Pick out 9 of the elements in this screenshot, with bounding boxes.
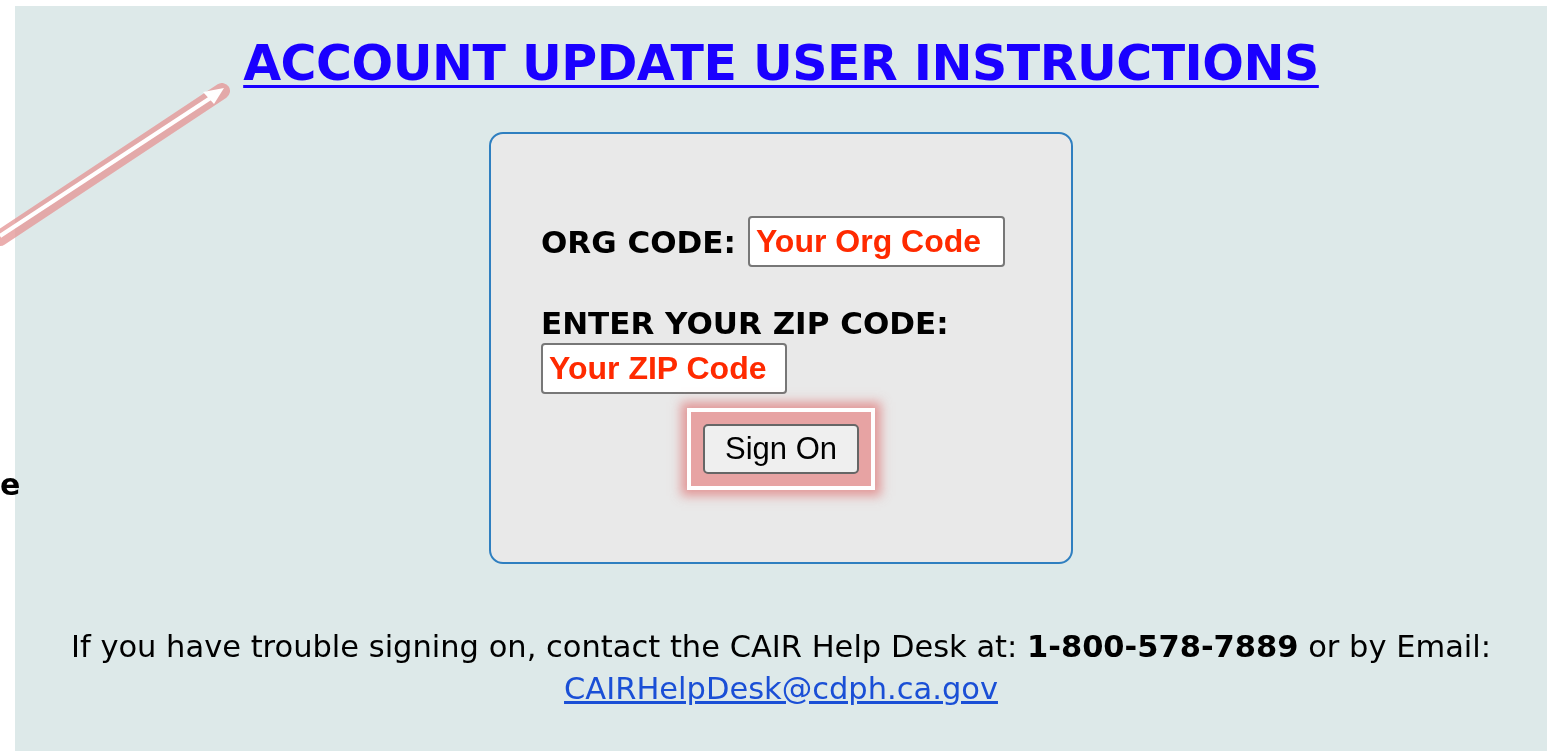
email-link[interactable]: CAIRHelpDesk@cdph.ca.gov [564,671,998,706]
cut-off-text: e [0,466,21,504]
instructions-link[interactable]: ACCOUNT UPDATE USER INSTRUCTIONS [243,36,1319,92]
field-label: ORG CODE: [541,222,736,262]
sign-on-button[interactable]: Sign On [703,424,859,474]
field-label: ENTER YOUR ZIP CODE: [541,304,950,343]
text-field[interactable]: Your Org Code [747,216,1005,267]
help-text: If you have trouble signing on, contact the CAIR Help Desk at: 1-800-578-7889 or by Email: CAIRHelpDesk@cdph.ca.gov [69,628,1493,708]
text-field[interactable]: Your ZIP Code [541,343,787,394]
